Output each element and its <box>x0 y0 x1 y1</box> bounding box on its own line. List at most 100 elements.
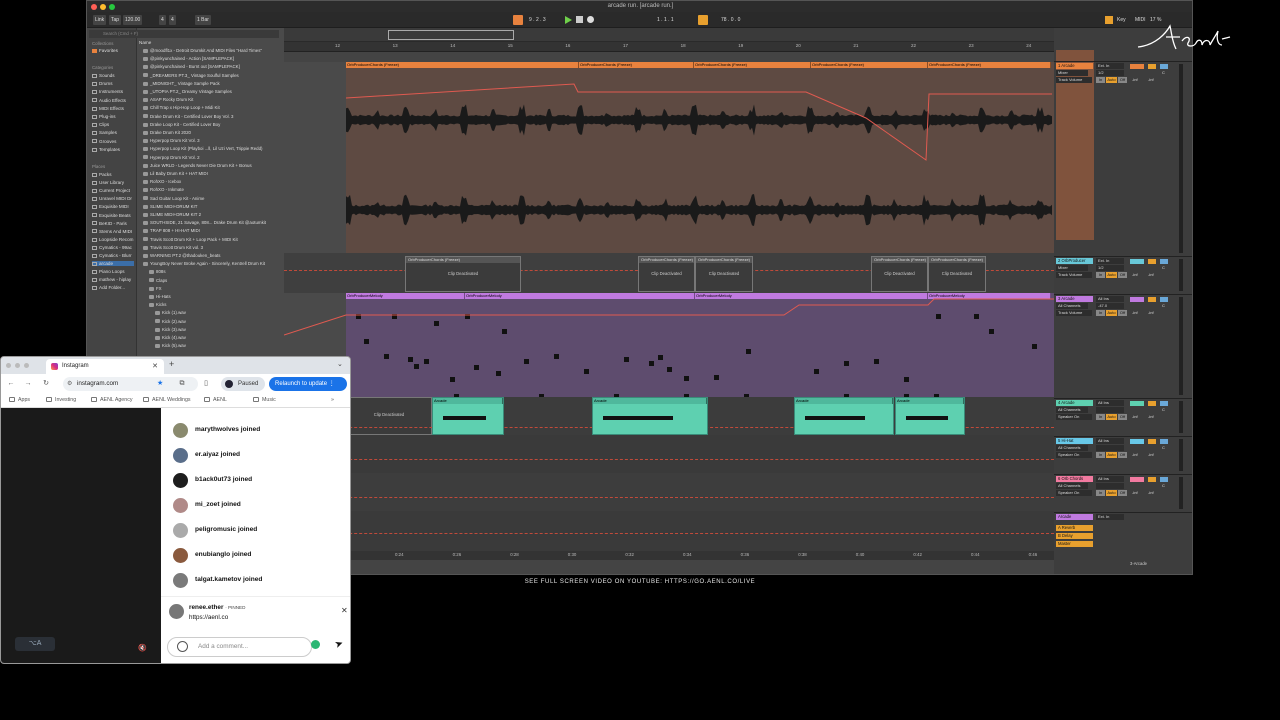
file-item[interactable]: YoungBoy Never Broke Again - Sincerely, … <box>143 261 281 266</box>
file-item[interactable]: Kick (3).wav <box>155 327 293 332</box>
frozen-clip[interactable]: OrbProducerChords (Freeze) <box>579 62 694 68</box>
loop-start[interactable]: 1 . 1 . 1 <box>655 15 676 25</box>
category-item[interactable]: Grooves <box>92 139 116 144</box>
category-item[interactable]: Instruments <box>92 89 123 94</box>
track-activator-button[interactable] <box>1130 401 1144 406</box>
track-name-button[interactable]: 5 Hi-Hat <box>1056 438 1093 444</box>
key-map-button[interactable] <box>1105 16 1113 24</box>
file-item[interactable]: RohXO - Icebox <box>143 179 281 184</box>
input-select[interactable]: All Ins <box>1096 438 1124 444</box>
input-select[interactable]: Ext. In <box>1096 258 1124 264</box>
file-item[interactable]: Kick (5).wav <box>155 343 293 348</box>
file-item[interactable]: Travis Scott Drum Kit vol. 3 <box>143 245 281 250</box>
file-item[interactable]: _UTOPIA PT.2_ Dreamy Vintage Samples <box>143 89 281 94</box>
play-icon[interactable] <box>565 16 572 24</box>
browser-search[interactable]: Search (Cmd + F) <box>89 30 279 38</box>
file-item[interactable]: Claps <box>149 278 287 283</box>
loop-toggle[interactable] <box>698 15 708 25</box>
monitor-auto-button[interactable]: Auto <box>1106 452 1117 458</box>
file-item[interactable]: Hi-Hats <box>149 294 287 299</box>
bookmark-item[interactable]: Apps <box>9 397 30 403</box>
arcade-clip[interactable]: Arcade <box>895 397 965 435</box>
input-select[interactable]: All Ins <box>1096 476 1124 482</box>
relaunch-button[interactable]: Relaunch to update ⋮ <box>269 377 347 391</box>
file-item[interactable]: SOUTHSIDE, 21 Savage, 808... Drake Drum … <box>143 220 281 225</box>
key-map-label[interactable]: Key <box>1115 15 1128 25</box>
overview-viewport[interactable] <box>388 30 514 40</box>
channel-select[interactable] <box>1096 483 1124 489</box>
join-text[interactable]: b1ack0ut73 joined <box>195 476 252 483</box>
avatar[interactable] <box>173 548 188 563</box>
close-window-button[interactable] <box>91 4 97 10</box>
track-name-button[interactable]: 3 Arcade <box>1056 296 1093 302</box>
reload-icon[interactable]: ↻ <box>41 377 51 391</box>
arcade-clip[interactable]: Arcade <box>432 397 504 435</box>
output-select[interactable]: Track Volume <box>1056 77 1092 83</box>
track-lane-1[interactable]: OrbProducerChords (Freeze) OrbProducerCho… <box>284 62 1054 253</box>
file-item[interactable]: RohXO - Inkmate <box>143 187 281 192</box>
file-item[interactable]: SLIME MIDI+DRUM KIT 2 <box>143 212 281 217</box>
emoji-icon[interactable] <box>177 641 188 652</box>
file-item[interactable]: Kick (2).wav <box>155 319 293 324</box>
track-activator-button[interactable] <box>1130 477 1144 482</box>
forward-icon[interactable]: → <box>23 377 33 391</box>
monitor-select[interactable]: Mixer <box>1056 265 1088 271</box>
monitor-select[interactable]: All Channels <box>1056 407 1088 413</box>
track-lane-4[interactable]: Clip Deactivated Arcade Arcade Arcade Arcad… <box>284 397 1054 435</box>
frozen-clip[interactable]: OrbProducerChords (Freeze) <box>928 62 1051 68</box>
monitor-off-button[interactable]: Off <box>1118 414 1127 420</box>
join-text[interactable]: mi_zoet joined <box>195 501 241 508</box>
file-item[interactable]: FX <box>149 286 287 291</box>
solo-button[interactable] <box>1148 297 1156 302</box>
input-select[interactable]: All Ins <box>1096 296 1124 302</box>
avatar[interactable] <box>173 423 188 438</box>
place-item[interactable]: Cymatics - 99ac <box>92 245 132 250</box>
frozen-clip[interactable]: OrbProducerChords (Freeze) <box>694 62 811 68</box>
file-item[interactable]: Travis Scott Drum Kit + Loop Pack + MIDI… <box>143 237 281 242</box>
automation-line[interactable] <box>284 293 1054 397</box>
mixer-track[interactable]: Arcade Ext. In <box>1054 512 1192 524</box>
track-name-button[interactable]: Arcade <box>1056 514 1093 520</box>
tab-search-icon[interactable]: ⌄ <box>337 360 343 368</box>
file-item[interactable]: Kick (1).wav <box>155 310 293 315</box>
comment-input[interactable]: Add a comment... <box>167 637 312 657</box>
more-bookmarks-icon[interactable]: » <box>331 397 334 403</box>
tab-instagram[interactable]: Instagram ✕ <box>46 359 164 374</box>
return-track-a[interactable]: A Reverb <box>1054 524 1192 532</box>
category-item[interactable]: MIDI Effects <box>92 106 124 111</box>
monitor-in-button[interactable]: In <box>1096 414 1105 420</box>
place-item[interactable]: Cymatics - Blurr <box>92 253 132 258</box>
place-item[interactable]: Current Project <box>92 188 130 193</box>
beat-ruler[interactable]: 12 13 14 15 16 17 18 19 20 21 22 23 24 <box>284 42 1054 52</box>
track-lane-3[interactable]: OrbProducerMelody OrbProducerMelody OrbPro… <box>284 293 1054 399</box>
file-item[interactable]: Sad Guitar Loop Kit - Anime <box>143 196 281 201</box>
mixer-track[interactable]: 1 Arcade Ext. In Mixer Track Volume 1/2 In Aut… <box>1054 61 1192 256</box>
mixer-track[interactable]: 6 Orb Chords All Ins All Channels Speaker O… <box>1054 474 1192 512</box>
arm-button[interactable] <box>1160 477 1168 482</box>
file-item[interactable]: ASAP Rocky Drum Kit <box>143 97 281 102</box>
zoom-window-button[interactable] <box>109 4 115 10</box>
deactivated-clip[interactable]: Clip Deactivated <box>346 397 432 435</box>
bookmark-item[interactable]: AENL Agency <box>91 397 133 403</box>
time-ruler[interactable]: 0:24 0:26 0:28 0:30 0:32 0:34 0:36 0:38 0:40 0:42… <box>284 551 1054 560</box>
extensions-icon[interactable]: ⧉ <box>177 377 187 391</box>
place-item[interactable]: Stems And MIDI <box>92 229 132 234</box>
name-column-header[interactable]: Name <box>139 40 151 45</box>
channel-select[interactable] <box>1096 445 1124 451</box>
track-name-button[interactable]: 6 Orb Chords <box>1056 476 1093 482</box>
monitor-off-button[interactable]: Off <box>1118 272 1127 278</box>
monitor-off-button[interactable]: Off <box>1118 77 1127 83</box>
loop-length[interactable]: 78 . 0 . 0 <box>719 15 743 25</box>
deactivated-clip[interactable]: OrbProducerChords (Freeze) Clip Deactivat… <box>928 256 986 292</box>
monitor-in-button[interactable]: In <box>1096 272 1105 278</box>
place-item[interactable]: Unravel MIDI Dr <box>92 196 132 201</box>
place-item[interactable]: User Library <box>92 180 124 185</box>
bookmark-item[interactable]: AENL <box>204 397 227 403</box>
join-text[interactable]: peligromusic joined <box>195 526 257 533</box>
arm-button[interactable] <box>1160 259 1168 264</box>
input-select[interactable]: Ext. In <box>1096 514 1124 520</box>
mixer-track[interactable]: 3 Arcade All Ins All Channels Track Volume -… <box>1054 294 1192 398</box>
monitor-auto-button[interactable]: Auto <box>1106 77 1117 83</box>
minimize-window-button[interactable] <box>100 4 106 10</box>
bookmark-item[interactable]: AENL Weddings <box>143 397 191 403</box>
